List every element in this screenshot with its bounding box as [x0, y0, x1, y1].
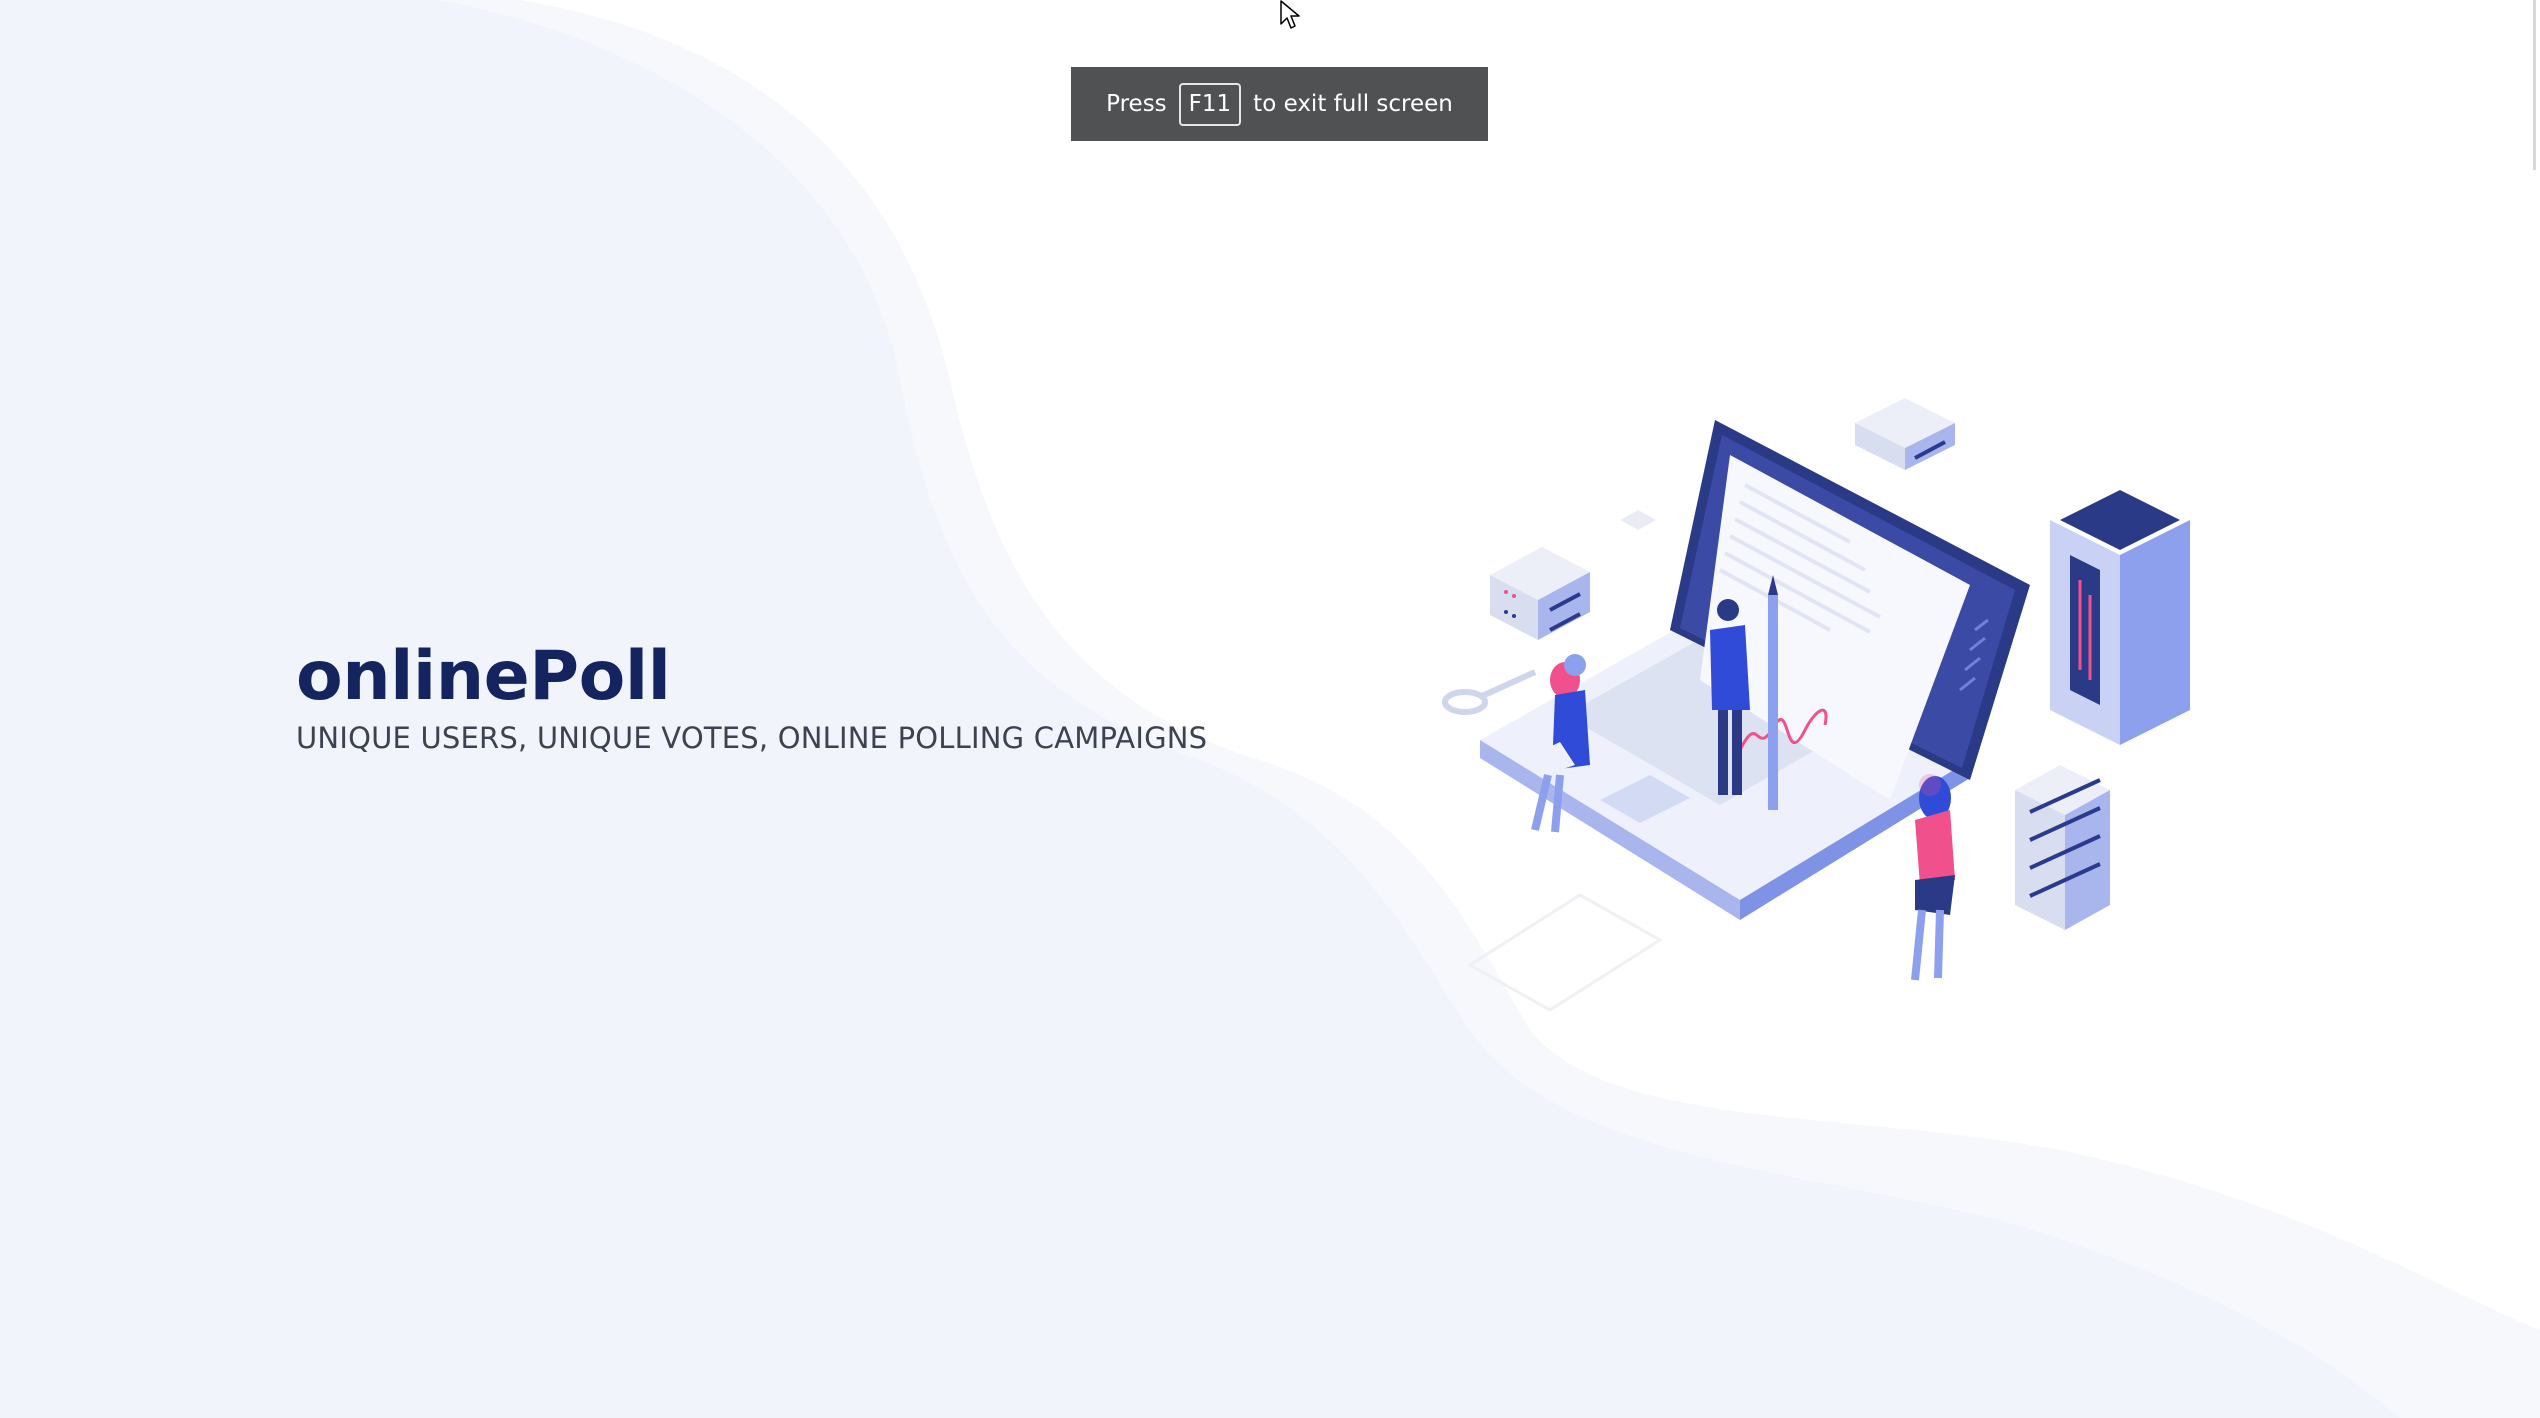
- vertical-scrollbar[interactable]: [2533, 0, 2536, 170]
- server-tower: [2050, 490, 2190, 745]
- floor-tile: [1467, 893, 1663, 1012]
- fullscreen-exit-notice: Press F11 to exit full screen: [1071, 67, 1488, 141]
- key-icon: [1442, 669, 1537, 715]
- small-diamond: [1620, 510, 1656, 530]
- brand-title: onlinePoll: [296, 637, 671, 716]
- fullscreen-notice-suffix: to exit full screen: [1253, 91, 1453, 117]
- person-standing: [1911, 774, 1955, 981]
- f11-key-badge: F11: [1178, 82, 1242, 126]
- left-server-stack: [1490, 547, 1590, 640]
- hero-section: onlinePoll UNIQUE USERS, UNIQUE VOTES, O…: [296, 637, 1396, 755]
- mouse-cursor-icon: [1280, 0, 1300, 29]
- fullscreen-page: onlinePoll UNIQUE USERS, UNIQUE VOTES, O…: [0, 0, 2540, 1418]
- top-server-box: [1855, 398, 1955, 470]
- fullscreen-notice-press: Press: [1106, 91, 1167, 117]
- right-server-stack: [2015, 765, 2110, 930]
- laptop-voting-illustration: [1442, 398, 2190, 1012]
- brand-tagline: UNIQUE USERS, UNIQUE VOTES, ONLINE POLLI…: [296, 720, 1208, 755]
